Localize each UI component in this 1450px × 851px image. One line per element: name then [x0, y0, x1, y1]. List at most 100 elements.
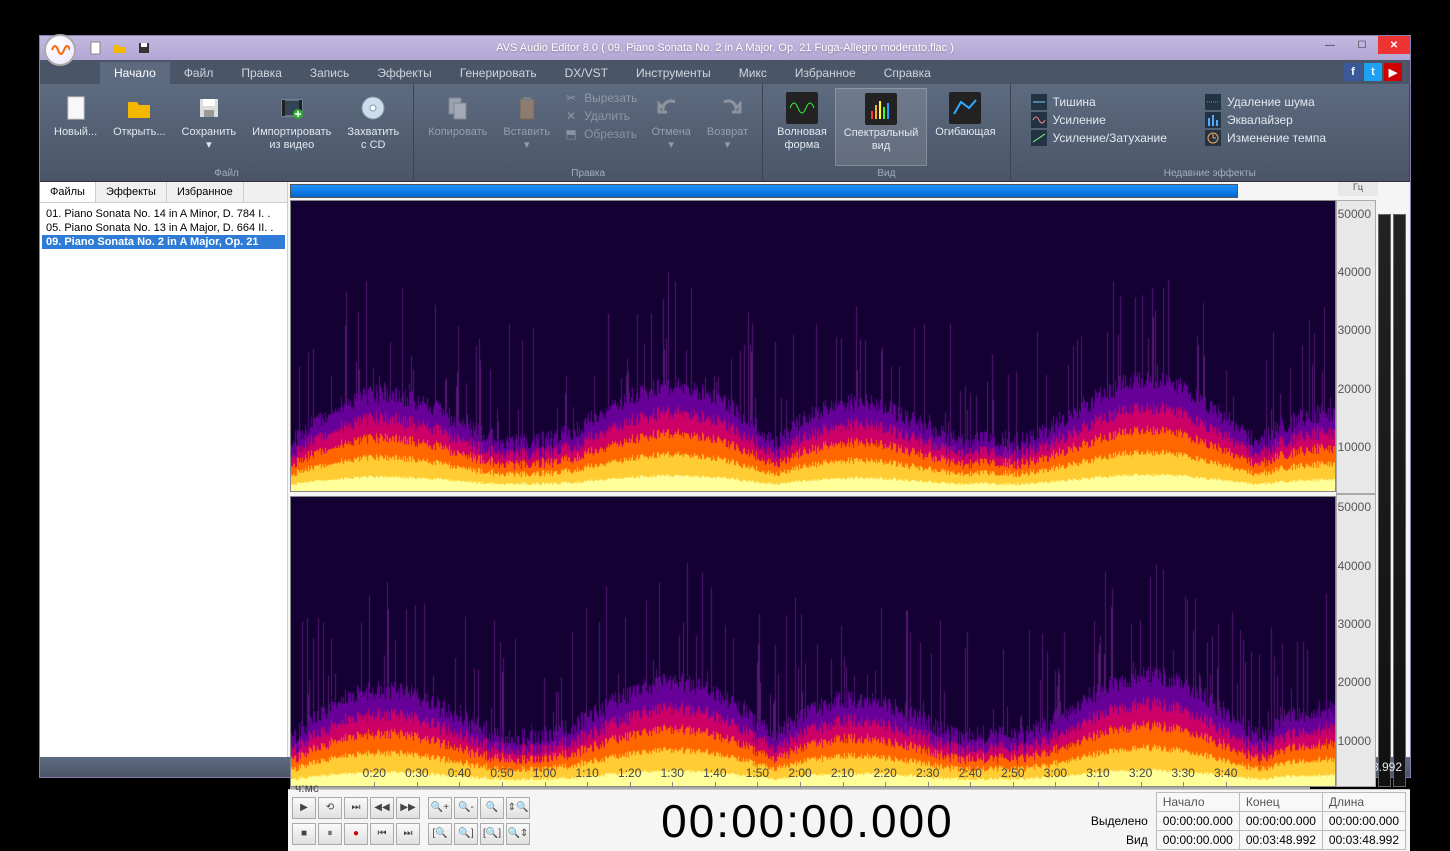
- paste-button[interactable]: Вставить▾: [495, 88, 558, 166]
- channel-right[interactable]: [290, 496, 1336, 788]
- zoom-buttons: 🔍+ 🔍- 🔍 ⇕🔍 [🔍 🔍] [🔍] 🔍⇕: [428, 797, 530, 845]
- youtube-icon[interactable]: ▶: [1384, 63, 1402, 81]
- app-icon[interactable]: [44, 34, 76, 66]
- file-item[interactable]: 09. Piano Sonata No. 2 in A Major, Op. 2…: [42, 235, 285, 249]
- next-button[interactable]: ⏭: [344, 797, 368, 819]
- close-button[interactable]: ✕: [1378, 36, 1410, 54]
- zoom-sel-button[interactable]: ⇕🔍: [506, 797, 530, 819]
- grab-cd-button[interactable]: Захватитьс CD: [339, 88, 407, 166]
- zoom-left-button[interactable]: [🔍: [428, 823, 452, 845]
- zoom-full-button[interactable]: [🔍]: [480, 823, 504, 845]
- ribbon-group-file: Новый... Открыть... Сохранить▾ Импортиро…: [40, 84, 414, 181]
- th-end: Конец: [1239, 792, 1322, 811]
- zoom-in-button[interactable]: 🔍+: [428, 797, 452, 819]
- effect-fade[interactable]: Усиление/Затухание: [1031, 130, 1167, 146]
- tab-home[interactable]: Начало: [100, 62, 170, 84]
- sidetab-files[interactable]: Файлы: [40, 182, 96, 202]
- time-unit: ч:мс: [295, 781, 319, 795]
- file-item[interactable]: 05. Piano Sonata No. 13 in A Major, D. 6…: [42, 221, 285, 235]
- ribbon-group-edit: Копировать Вставить▾ ✂Вырезать ✕Удалить …: [414, 84, 763, 181]
- ribbon-group-recent: Тишина Усиление Усиление/Затухание Удале…: [1011, 84, 1410, 181]
- redo-button[interactable]: Возврат▾: [699, 88, 756, 166]
- tab-generate[interactable]: Генерировать: [446, 62, 551, 84]
- th-start: Начало: [1156, 792, 1239, 811]
- facebook-icon[interactable]: f: [1344, 63, 1362, 81]
- save-button[interactable]: Сохранить▾: [174, 88, 245, 166]
- import-video-button[interactable]: Импортироватьиз видео: [244, 88, 339, 166]
- tab-edit[interactable]: Правка: [227, 62, 296, 84]
- sidebar: Файлы Эффекты Избранное 01. Piano Sonata…: [40, 182, 288, 757]
- effect-tempo[interactable]: Изменение темпа: [1205, 130, 1326, 146]
- new-button[interactable]: Новый...: [46, 88, 105, 166]
- effect-silence[interactable]: Тишина: [1031, 94, 1167, 110]
- group-label-recent: Недавние эффекты: [1017, 166, 1403, 181]
- content-area: Файлы Эффекты Избранное 01. Piano Sonata…: [40, 182, 1410, 757]
- spectral-button[interactable]: Спектральныйвид: [835, 88, 928, 166]
- tab-tools[interactable]: Инструменты: [622, 62, 725, 84]
- group-label-view: Вид: [769, 166, 1003, 181]
- open-button[interactable]: Открыть...: [105, 88, 173, 166]
- maximize-button[interactable]: ☐: [1346, 36, 1378, 54]
- zoom-v-button[interactable]: 🔍⇕: [506, 823, 530, 845]
- record-button[interactable]: ●: [344, 823, 368, 845]
- undo-button[interactable]: Отмена▾: [643, 88, 698, 166]
- trim-button[interactable]: ⬒Обрезать: [564, 126, 637, 142]
- row-selected: Выделено: [1085, 811, 1156, 830]
- transport-buttons: ▶ ⟲ ⏭ ◀◀ ▶▶ ■ ⏸ ● ⏮ ⏭: [292, 797, 420, 845]
- channel-left[interactable]: [290, 200, 1336, 492]
- ribbon-tabs: Начало Файл Правка Запись Эффекты Генери…: [40, 60, 1410, 84]
- copy-button[interactable]: Копировать: [420, 88, 495, 166]
- group-label-edit: Правка: [420, 166, 756, 181]
- sidetab-effects[interactable]: Эффекты: [96, 182, 167, 202]
- cut-button[interactable]: ✂Вырезать: [564, 90, 637, 106]
- minimize-button[interactable]: —: [1314, 36, 1346, 54]
- zoom-right-button[interactable]: 🔍]: [454, 823, 478, 845]
- waveform-button[interactable]: Волноваяформа: [769, 88, 835, 166]
- tab-dxvst[interactable]: DX/VST: [551, 62, 622, 84]
- delete-button[interactable]: ✕Удалить: [564, 108, 637, 124]
- window-controls: — ☐ ✕: [1314, 36, 1410, 54]
- overview-bar[interactable]: [290, 184, 1238, 198]
- tab-effects[interactable]: Эффекты: [363, 62, 446, 84]
- app-window: AVS Audio Editor 8.0 ( 09. Piano Sonata …: [39, 35, 1411, 778]
- spectrogram-area: 5000040000300002000010000 50000400003000…: [290, 200, 1408, 787]
- twitter-icon[interactable]: t: [1364, 63, 1382, 81]
- titlebar[interactable]: AVS Audio Editor 8.0 ( 09. Piano Sonata …: [40, 36, 1410, 60]
- group-label-file: Файл: [46, 166, 407, 181]
- tab-record[interactable]: Запись: [296, 62, 363, 84]
- file-list[interactable]: 01. Piano Sonata No. 14 in A Minor, D. 7…: [40, 203, 287, 757]
- transport-panel: ▶ ⟲ ⏭ ◀◀ ▶▶ ■ ⏸ ● ⏮ ⏭: [288, 789, 1410, 851]
- envelope-button[interactable]: Огибающая: [927, 88, 1003, 166]
- meter-left: [1378, 214, 1391, 787]
- channels[interactable]: [290, 200, 1336, 787]
- rewind-button[interactable]: ◀◀: [370, 797, 394, 819]
- ribbon-group-view: Волноваяформа Спектральныйвид Огибающая …: [763, 84, 1010, 181]
- tab-file[interactable]: Файл: [170, 62, 228, 84]
- loop-button[interactable]: ⟲: [318, 797, 342, 819]
- effect-equalizer[interactable]: Эквалайзер: [1205, 112, 1326, 128]
- tab-help[interactable]: Справка: [870, 62, 945, 84]
- stop-button[interactable]: ■: [292, 823, 316, 845]
- skip-end-button[interactable]: ⏭: [396, 823, 420, 845]
- sidebar-tabs: Файлы Эффекты Избранное: [40, 182, 287, 203]
- meter-right: [1393, 214, 1406, 787]
- forward-button[interactable]: ▶▶: [396, 797, 420, 819]
- level-meters: [1376, 200, 1408, 787]
- social-links: f t ▶: [1344, 63, 1402, 81]
- play-button[interactable]: ▶: [292, 797, 316, 819]
- sidetab-favorites[interactable]: Избранное: [167, 182, 244, 202]
- timeline[interactable]: ч:мс 0:200:300:400:501:001:101:201:301:4…: [290, 787, 1310, 789]
- time-table: Начало Конец Длина Выделено 00:00:00.000…: [1085, 792, 1406, 850]
- tab-mix[interactable]: Микс: [725, 62, 781, 84]
- effect-amplify[interactable]: Усиление: [1031, 112, 1167, 128]
- ribbon: Новый... Открыть... Сохранить▾ Импортиро…: [40, 84, 1410, 182]
- skip-start-button[interactable]: ⏮: [370, 823, 394, 845]
- window-title: AVS Audio Editor 8.0 ( 09. Piano Sonata …: [40, 42, 1410, 54]
- zoom-fit-button[interactable]: 🔍: [480, 797, 504, 819]
- tab-favorites[interactable]: Избранное: [781, 62, 870, 84]
- file-item[interactable]: 01. Piano Sonata No. 14 in A Minor, D. 7…: [42, 207, 285, 221]
- effect-denoise[interactable]: Удаление шума: [1205, 94, 1326, 110]
- row-view: Вид: [1085, 830, 1156, 849]
- pause-button[interactable]: ⏸: [318, 823, 342, 845]
- zoom-out-button[interactable]: 🔍-: [454, 797, 478, 819]
